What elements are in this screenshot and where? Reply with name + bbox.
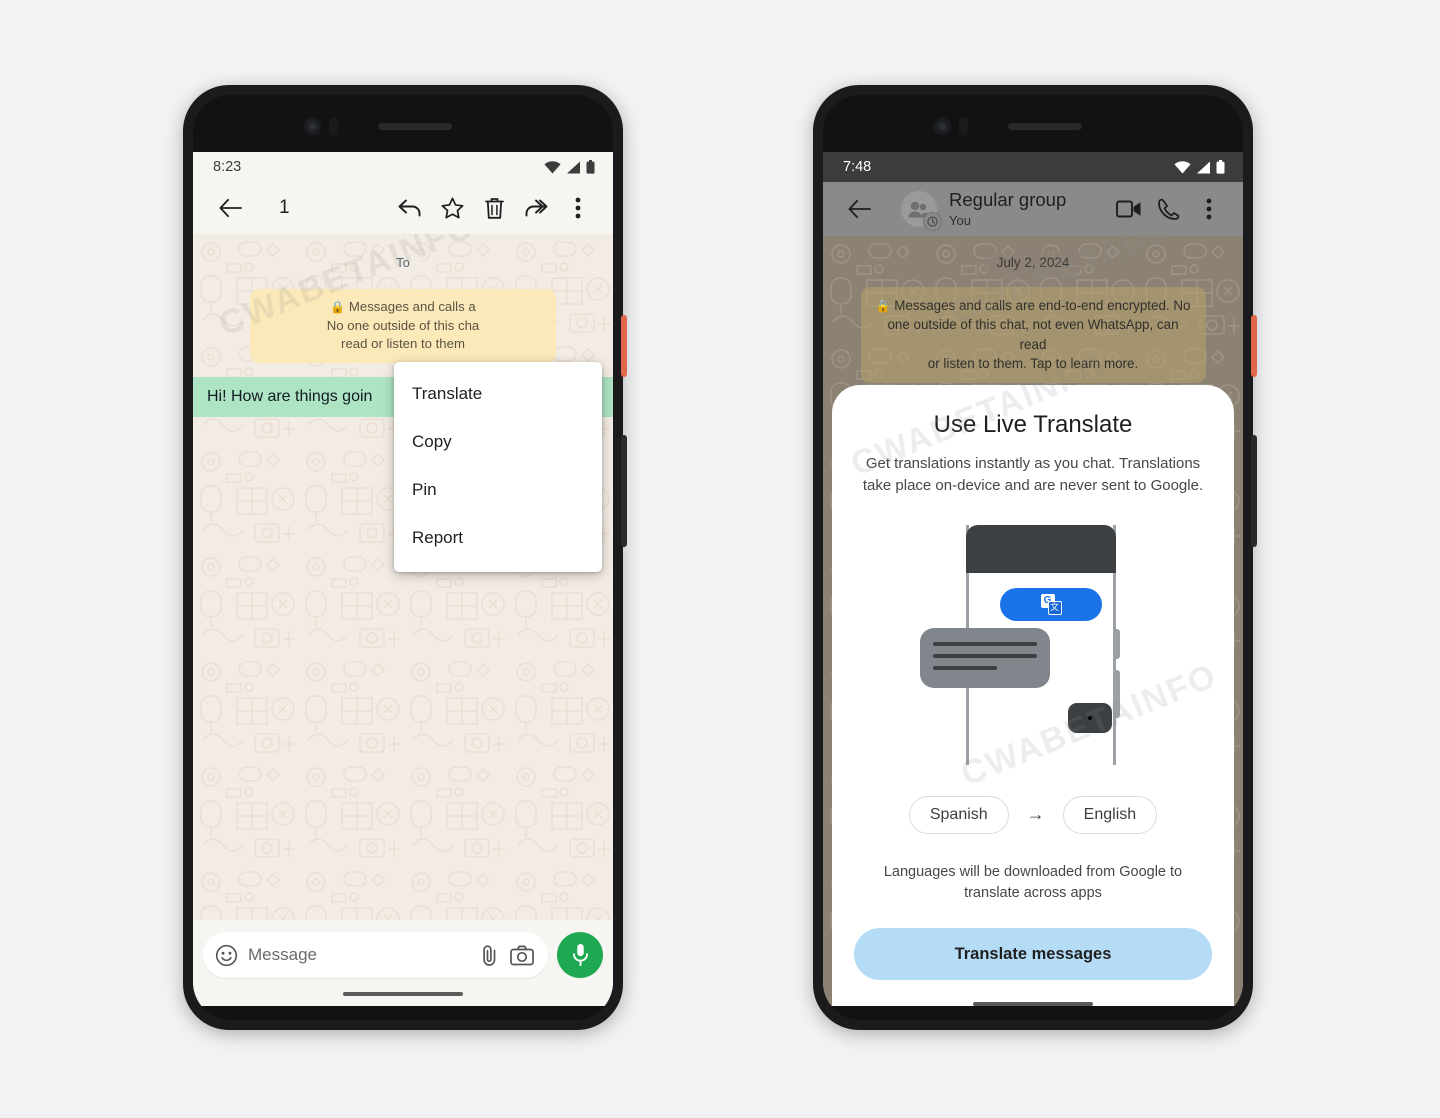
voice-record-button[interactable] — [557, 932, 603, 978]
lock-icon: 🔒 — [330, 300, 346, 314]
wifi-icon — [544, 160, 561, 173]
video-call-icon[interactable] — [1109, 189, 1149, 229]
chat-header-right: Regular group You — [823, 182, 1243, 236]
wifi-icon — [1174, 160, 1191, 173]
illustration-message-bubble — [920, 627, 1050, 688]
message-input-placeholder[interactable]: Message — [248, 945, 469, 965]
illustration-reply-bubble — [1068, 702, 1112, 733]
earpiece-speaker — [378, 123, 452, 130]
source-language-chip[interactable]: Spanish — [908, 795, 1009, 834]
screenshot-stage: 8:23 1 To 🔒 Messages and calls a No one … — [0, 0, 1440, 1118]
encryption-notice-line1: Messages and calls a — [348, 299, 476, 314]
volume-rocker-right[interactable] — [1251, 435, 1257, 547]
illustration-side-button-1 — [1113, 628, 1120, 659]
illustration-phone-topbar — [966, 524, 1116, 573]
encryption-notice-line3: read or listen to them — [341, 336, 465, 352]
phone-device-left: 8:23 1 To 🔒 Messages and calls a No one … — [183, 85, 627, 1030]
paperclip-icon[interactable] — [479, 944, 500, 967]
system-nav-hint-left — [193, 982, 613, 1006]
reply-icon[interactable] — [389, 187, 431, 229]
back-button[interactable] — [839, 189, 879, 229]
menu-item-report[interactable]: Report — [394, 514, 602, 562]
selected-count-label: 1 — [279, 197, 290, 218]
volume-rocker-left[interactable] — [621, 435, 627, 547]
illustration-translate-pill: G 文 — [1000, 587, 1102, 621]
encryption-notice-line3: or listen to them. Tap to learn more. — [927, 356, 1139, 372]
overflow-menu-icon[interactable] — [1189, 189, 1229, 229]
microphone-icon — [572, 944, 588, 966]
status-bar-left: 8:23 — [193, 152, 613, 182]
gt-icon-front: 文 — [1047, 600, 1062, 615]
voice-call-icon[interactable] — [1149, 189, 1189, 229]
encryption-notice-right[interactable]: 🔒 Messages and calls are end-to-end encr… — [860, 287, 1206, 383]
battery-icon — [586, 160, 595, 174]
illustration-side-button-2 — [1113, 669, 1120, 718]
signal-icon — [1197, 161, 1210, 173]
encryption-notice-line2: No one outside of this cha — [326, 317, 480, 333]
screen-right: 7:48 Regular group You July 2, 2024 🔒 Me… — [823, 152, 1243, 1006]
proximity-sensor-icon — [959, 117, 968, 136]
battery-icon — [1216, 160, 1225, 174]
star-icon[interactable] — [431, 187, 473, 229]
signal-icon — [567, 161, 580, 173]
device-bezel-top-right — [823, 95, 1243, 152]
live-translate-dialog: Use Live Translate Get translations inst… — [832, 385, 1234, 1006]
google-translate-icon: G 文 — [1040, 593, 1062, 615]
back-button[interactable] — [209, 187, 251, 229]
system-nav-hint-right — [973, 1002, 1093, 1006]
target-language-chip[interactable]: English — [1062, 795, 1158, 834]
date-chip: To — [383, 250, 423, 275]
chat-body-right: July 2, 2024 🔒 Messages and calls are en… — [823, 236, 1243, 1006]
live-translate-illustration: G 文 — [918, 524, 1148, 770]
encryption-notice-left[interactable]: 🔒 Messages and calls a No one outside of… — [250, 289, 556, 364]
date-chip: July 2, 2024 — [983, 250, 1083, 275]
translate-messages-button[interactable]: Translate messages — [854, 928, 1212, 980]
menu-item-copy[interactable]: Copy — [394, 418, 602, 466]
message-composer: Message — [193, 920, 613, 982]
dialog-description: Get translations instantly as you chat. … — [862, 455, 1204, 495]
device-bezel-bottom-left — [193, 1006, 613, 1020]
device-bezel-bottom-right — [823, 1006, 1243, 1020]
status-bar-time: 7:48 — [843, 159, 872, 175]
dialog-title: Use Live Translate — [933, 411, 1133, 439]
emoji-icon[interactable] — [215, 944, 238, 967]
phone-device-right: 7:48 Regular group You July 2, 2024 🔒 Me… — [813, 85, 1257, 1030]
encryption-notice-line1: Messages and calls are end-to-end encryp… — [894, 298, 1191, 313]
dialog-note: Languages will be downloaded from Google… — [883, 863, 1183, 901]
status-bar-time: 8:23 — [213, 159, 242, 175]
chat-subtitle: You — [949, 212, 971, 228]
chat-body-left: To 🔒 Messages and calls a No one outside… — [193, 234, 613, 920]
camera-icon[interactable] — [510, 945, 534, 966]
delete-icon[interactable] — [473, 187, 515, 229]
proximity-sensor-icon — [329, 117, 338, 136]
front-camera-icon — [303, 117, 322, 136]
front-camera-icon — [933, 117, 952, 136]
device-bezel-top-left — [193, 95, 613, 152]
screen-left: 8:23 1 To 🔒 Messages and calls a No one … — [193, 152, 613, 1006]
encryption-notice-line2: one outside of this chat, not even Whats… — [887, 317, 1179, 352]
message-input-pill[interactable]: Message — [203, 932, 548, 978]
selection-toolbar: 1 — [193, 182, 613, 234]
overflow-menu-icon[interactable] — [557, 187, 599, 229]
menu-item-pin[interactable]: Pin — [394, 466, 602, 514]
lock-icon: 🔒 — [875, 299, 891, 313]
language-selector-row: Spanish → English — [854, 795, 1212, 834]
earpiece-speaker — [1008, 123, 1082, 130]
context-menu: Translate Copy Pin Report — [394, 362, 602, 572]
disappearing-messages-icon — [923, 212, 942, 231]
menu-item-translate[interactable]: Translate — [394, 370, 602, 418]
chat-title[interactable]: Regular group — [949, 189, 1066, 210]
power-button-left[interactable] — [621, 315, 627, 377]
forward-icon[interactable] — [515, 187, 557, 229]
arrow-right-icon: → — [1026, 804, 1045, 825]
avatar[interactable] — [901, 191, 942, 231]
status-bar-right: 7:48 — [823, 152, 1243, 182]
power-button-right[interactable] — [1251, 315, 1257, 377]
